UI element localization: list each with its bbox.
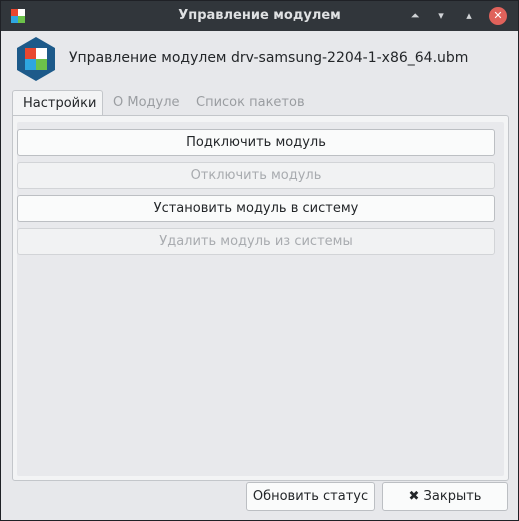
keep-above-icon[interactable]: ⏶ [406, 7, 424, 25]
module-manager-window: Управление модулем ⏶ ▾ ▴ ✕ Управление мо… [0, 0, 519, 521]
refresh-status-button[interactable]: Обновить статус [246, 482, 375, 511]
close-button[interactable]: ✖ Закрыть [382, 482, 508, 511]
tab-about-module[interactable]: О Модуле [103, 90, 186, 115]
minimize-icon[interactable]: ▾ [432, 7, 450, 25]
settings-panel: Подключить модуль Отключить модуль Устан… [12, 115, 509, 481]
module-logo-icon [17, 37, 55, 81]
remove-module-button[interactable]: Удалить модуль из системы [17, 228, 495, 255]
maximize-icon[interactable]: ▴ [460, 7, 478, 25]
disconnect-module-button[interactable]: Отключить модуль [17, 162, 495, 189]
connect-module-button[interactable]: Подключить модуль [17, 129, 495, 156]
tab-settings[interactable]: Настройки [12, 90, 103, 116]
tab-package-list[interactable]: Список пакетов [186, 90, 308, 115]
install-module-button[interactable]: Установить модуль в систему [17, 195, 495, 222]
title-bar[interactable]: Управление модулем ⏶ ▾ ▴ ✕ [1, 1, 518, 31]
close-window-icon[interactable]: ✕ [489, 7, 507, 25]
module-title: Управление модулем drv-samsung-2204-1-x8… [69, 50, 469, 66]
